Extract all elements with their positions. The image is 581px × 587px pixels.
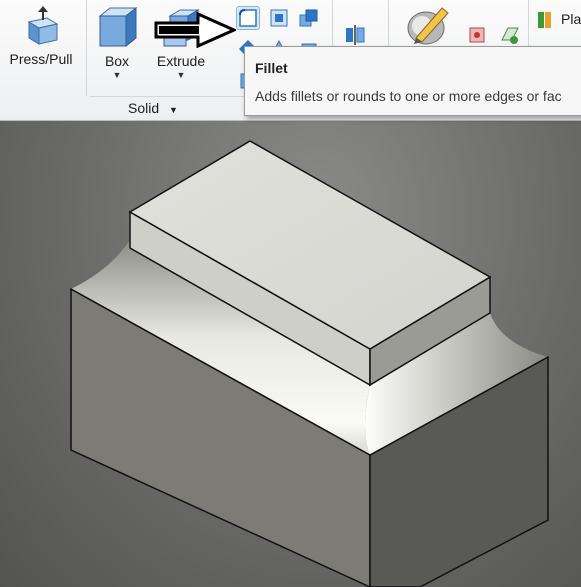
ribbon-separator — [86, 0, 87, 96]
offset-plane-button[interactable] — [498, 24, 520, 46]
sketch-pencil-icon — [407, 7, 449, 45]
tooltip-title: Fillet — [255, 60, 288, 76]
sketch-button[interactable] — [404, 4, 454, 49]
fillet-tooltip: Fillet Adds fillets or rounds to one or … — [244, 46, 581, 116]
plane-button[interactable]: Pla — [536, 8, 581, 30]
fillet-button[interactable] — [236, 6, 260, 30]
box-icon — [98, 6, 138, 48]
chamfer-icon — [270, 9, 288, 27]
press-pull-button[interactable]: Press/Pull — [6, 6, 76, 67]
project-icon — [469, 27, 485, 43]
press-pull-label: Press/Pull — [9, 51, 73, 67]
shell-button[interactable] — [298, 7, 320, 29]
press-pull-icon — [27, 6, 59, 45]
solid-model[interactable] — [0, 121, 581, 587]
solid-group-label[interactable]: Solid ▼ — [128, 100, 178, 116]
chamfer-button[interactable] — [268, 7, 290, 29]
box-label: Box — [104, 53, 130, 69]
project-button[interactable] — [466, 24, 488, 46]
solid-group-text: Solid — [128, 100, 160, 116]
plane-icon — [501, 27, 519, 44]
chevron-down-icon: ▼ — [169, 105, 178, 115]
extrude-label: Extrude — [156, 53, 206, 69]
mirror-button[interactable] — [344, 24, 366, 46]
box-button[interactable]: Box ▼ — [92, 6, 142, 80]
chevron-down-icon[interactable]: ▼ — [150, 70, 212, 80]
tooltip-description: Adds fillets or rounds to one or more ed… — [255, 88, 562, 104]
fillet-icon — [239, 9, 257, 27]
3d-viewport[interactable] — [0, 121, 581, 587]
plane-label: Pla — [561, 11, 581, 27]
chevron-down-icon[interactable]: ▼ — [92, 70, 142, 80]
mirror-icon — [346, 25, 365, 45]
plane-tool-icon — [538, 12, 551, 28]
shell-icon — [299, 9, 318, 27]
annotation-arrow-icon — [154, 12, 236, 48]
